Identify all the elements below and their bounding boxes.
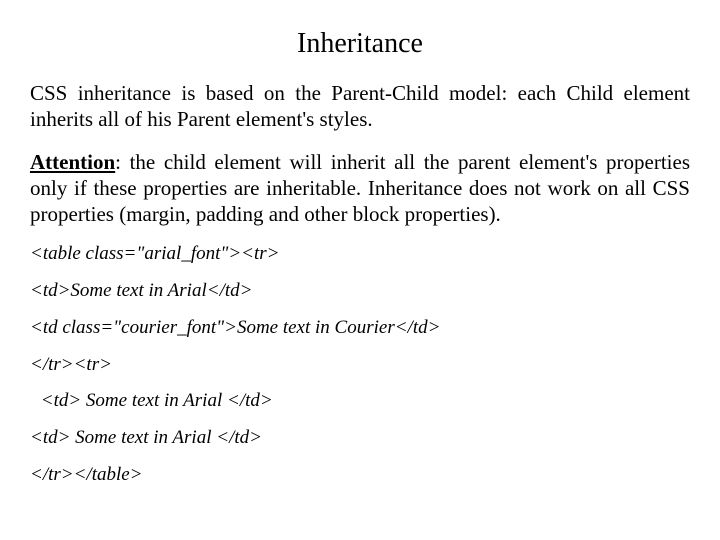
code-line-3: <td class="courier_font">Some text in Co… [30,317,690,340]
document-page: Inheritance CSS inheritance is based on … [0,0,720,540]
code-line-2: <td>Some text in Arial</td> [30,280,690,303]
attention-text: : the child element will inherit all the… [30,150,690,227]
code-line-1: <table class="arial_font"><tr> [30,243,690,266]
attention-paragraph: Attention: the child element will inheri… [30,149,690,228]
code-line-7: </tr></table> [30,464,690,487]
code-line-6: <td> Some text in Arial </td> [30,427,690,450]
code-line-5: <td> Some text in Arial </td> [30,390,690,413]
code-line-4: </tr><tr> [30,354,690,377]
attention-label: Attention [30,150,115,174]
intro-paragraph: CSS inheritance is based on the Parent-C… [30,80,690,133]
page-title: Inheritance [30,28,690,60]
